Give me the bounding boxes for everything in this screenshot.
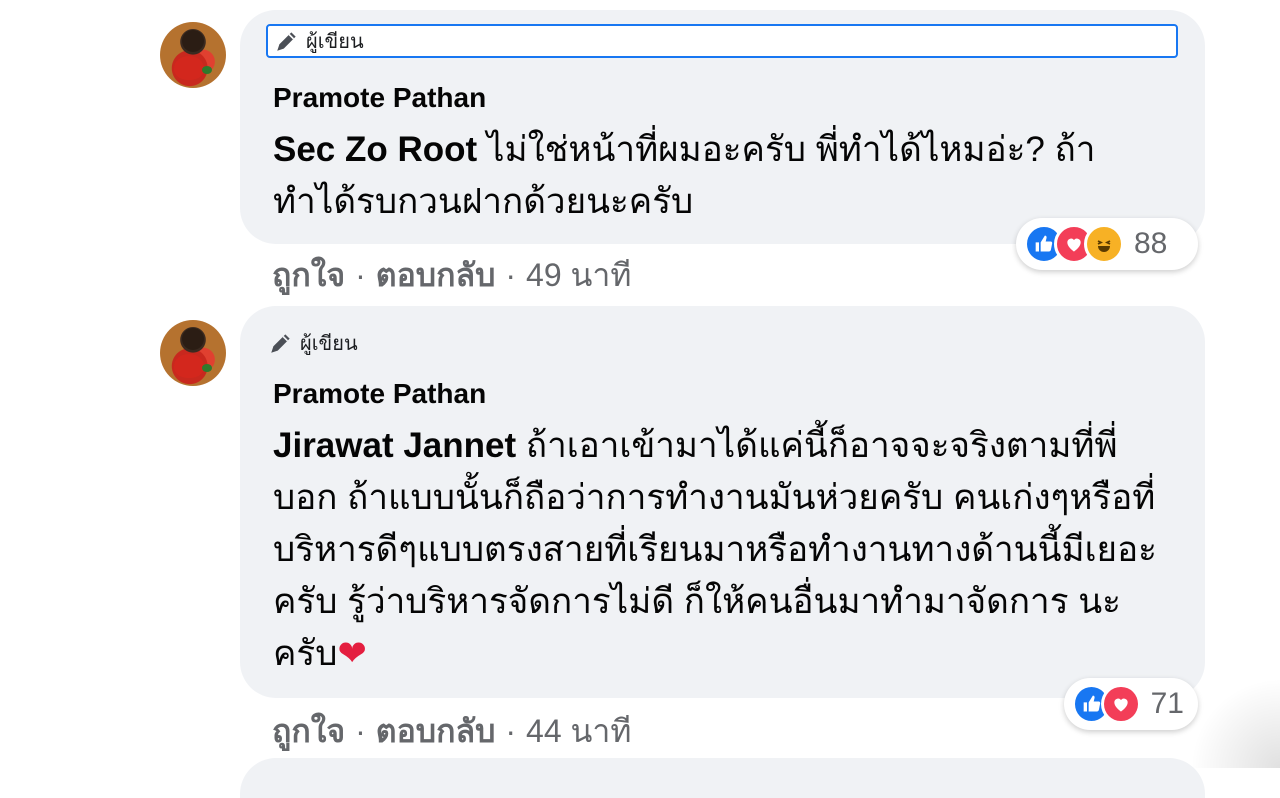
avatar-face — [182, 30, 204, 52]
comment-actions: ถูกใจ · ตอบกลับ · 49 นาที — [272, 250, 631, 301]
separator: · — [355, 713, 366, 750]
reaction-summary[interactable]: 88 — [1016, 218, 1198, 270]
author-badge[interactable]: ผู้เขียน — [268, 326, 358, 360]
comment-time[interactable]: 49 นาที — [526, 250, 631, 301]
author-badge-label: ผู้เขียน — [300, 327, 358, 359]
like-action[interactable]: ถูกใจ — [272, 250, 345, 301]
mention-link[interactable]: Sec Zo Root — [273, 130, 477, 169]
author-name[interactable]: Pramote Pathan — [273, 82, 486, 114]
love-icon — [1101, 684, 1140, 724]
author-badge-label: ผู้เขียน — [306, 25, 364, 57]
comment-bubble: ผู้เขียน Pramote Pathan Sec Zo Root ไม่ใ… — [240, 10, 1205, 244]
author-name[interactable]: Pramote Pathan — [273, 378, 486, 410]
reaction-count: 71 — [1151, 687, 1184, 721]
next-comment-bubble — [240, 758, 1205, 798]
reply-action[interactable]: ตอบกลับ — [376, 706, 496, 757]
mention-link[interactable]: Jirawat Jannet — [273, 426, 516, 465]
pen-icon — [274, 28, 300, 54]
reply-action[interactable]: ตอบกลับ — [376, 250, 496, 301]
comment-text: Jirawat Jannet ถ้าเอาเข้ามาได้แค่นี้ก็อา… — [273, 420, 1173, 680]
avatar-leaf — [202, 66, 212, 74]
separator: · — [505, 257, 516, 294]
comment-actions: ถูกใจ · ตอบกลับ · 44 นาที — [272, 706, 631, 757]
like-action[interactable]: ถูกใจ — [272, 706, 345, 757]
avatar-leaf — [202, 364, 212, 372]
comment-text: Sec Zo Root ไม่ใช่หน้าที่ผมอะครับ พี่ทำไ… — [273, 124, 1173, 228]
comment-time[interactable]: 44 นาที — [526, 706, 631, 757]
avatar-rose — [174, 56, 204, 80]
avatar[interactable] — [160, 320, 226, 386]
avatar-rose — [174, 354, 204, 378]
comment-bubble: ผู้เขียน Pramote Pathan Jirawat Jannet ถ… — [240, 306, 1205, 698]
separator: · — [505, 713, 516, 750]
reaction-count: 88 — [1134, 227, 1167, 261]
haha-icon — [1084, 224, 1124, 264]
reaction-summary[interactable]: 71 — [1064, 678, 1198, 730]
author-badge[interactable]: ผู้เขียน — [266, 24, 1178, 58]
separator: · — [355, 257, 366, 294]
avatar-face — [182, 328, 204, 350]
corner-shadow — [1190, 678, 1280, 768]
avatar[interactable] — [160, 22, 226, 88]
heart-emoji: ❤ — [337, 634, 366, 673]
pen-icon — [268, 330, 294, 356]
